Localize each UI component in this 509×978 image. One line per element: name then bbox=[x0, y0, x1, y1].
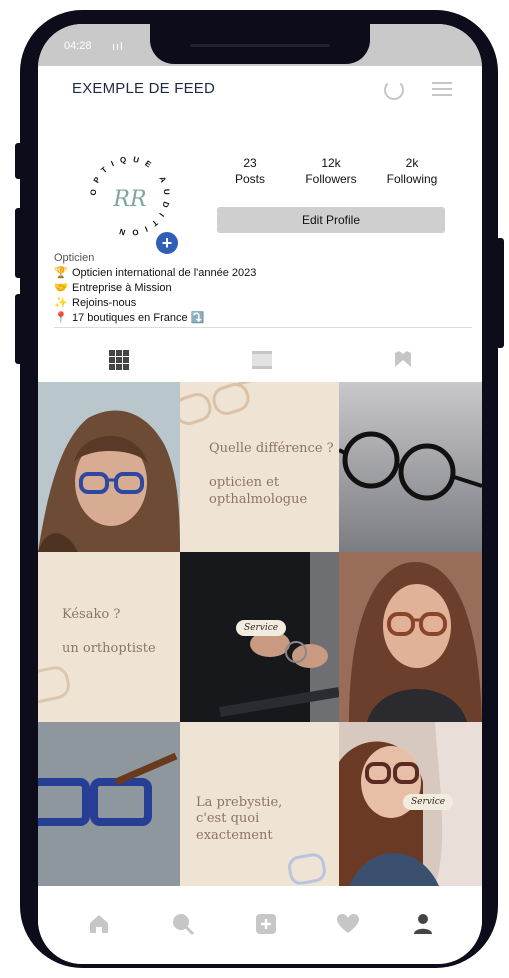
divider bbox=[54, 327, 472, 328]
post-tile-portrait-blue-glasses[interactable] bbox=[38, 382, 180, 552]
post-tile-prebystie[interactable]: La prebystie, c'est quoi exactement bbox=[180, 722, 339, 886]
post-tile-service-hands[interactable]: Service bbox=[180, 552, 339, 722]
bio-line: ✨ Rejoins-nous bbox=[54, 297, 137, 309]
notch bbox=[150, 24, 370, 64]
bottom-nav bbox=[38, 886, 482, 964]
post-tile-kesako[interactable]: Késako ? un orthoptiste bbox=[38, 552, 180, 722]
grid-icon[interactable] bbox=[109, 350, 129, 370]
bio: Opticien 🏆 Opticien international de l'an… bbox=[54, 251, 256, 326]
phone-screen: 04:28 ııl EXEMPLE DE FEED OPTIQUE AUDITI… bbox=[38, 24, 482, 964]
service-badge: Service bbox=[236, 620, 287, 636]
stat-following[interactable]: 2k Following bbox=[372, 156, 452, 186]
post-text: Quelle différence ? bbox=[209, 441, 334, 456]
post-tile-blue-glasses[interactable] bbox=[38, 722, 180, 886]
signal-icon: ııl bbox=[112, 41, 124, 53]
stat-posts[interactable]: 23 Posts bbox=[210, 156, 290, 186]
page-title: EXEMPLE DE FEED bbox=[72, 80, 216, 97]
stat-value: 23 bbox=[243, 156, 257, 170]
bio-category: Opticien bbox=[54, 252, 95, 264]
add-post-icon[interactable] bbox=[254, 912, 278, 936]
stat-label: Followers bbox=[305, 172, 357, 186]
status-time: 04:28 bbox=[64, 40, 92, 52]
post-text: c'est quoi exactement bbox=[196, 811, 273, 843]
avatar-monogram: RR bbox=[112, 187, 146, 212]
stat-label: Posts bbox=[234, 172, 265, 186]
post-text: La prebystie, bbox=[196, 795, 283, 810]
refresh-icon[interactable] bbox=[384, 80, 404, 100]
post-text: opthalmologue bbox=[209, 492, 308, 507]
edit-profile-button[interactable]: Edit Profile bbox=[217, 207, 445, 233]
bio-line: 📍 17 boutiques en France ⤵️ bbox=[54, 312, 205, 324]
bio-line: 🏆 Opticien international de l'année 2023 bbox=[54, 267, 257, 279]
search-icon[interactable] bbox=[171, 912, 195, 936]
stat-followers[interactable]: 12k Followers bbox=[291, 156, 371, 186]
menu-icon[interactable] bbox=[432, 82, 452, 96]
profile-icon[interactable] bbox=[411, 912, 435, 936]
service-badge: Service bbox=[403, 794, 454, 810]
post-text: opticien et bbox=[209, 475, 280, 490]
post-tile-difference[interactable]: Quelle différence ? opticien et opthalmo… bbox=[180, 382, 339, 552]
post-tile-black-glasses[interactable] bbox=[339, 382, 482, 552]
tagged-icon[interactable] bbox=[394, 350, 412, 368]
post-text: Késako ? bbox=[62, 607, 121, 622]
heart-icon[interactable] bbox=[336, 912, 360, 936]
home-icon[interactable] bbox=[87, 912, 111, 936]
post-tile-portrait-tortoise-glasses[interactable] bbox=[339, 552, 482, 722]
stat-label: Following bbox=[386, 172, 438, 186]
post-tile-service-fitting[interactable]: Service bbox=[339, 722, 482, 886]
post-text: un orthoptiste bbox=[62, 641, 156, 656]
post-grid: Quelle différence ? opticien et opthalmo… bbox=[38, 382, 482, 886]
bio-line: 🤝 Entreprise à Mission bbox=[54, 282, 172, 294]
stat-value: 2k bbox=[405, 156, 419, 170]
feed-icon[interactable] bbox=[252, 351, 272, 369]
stat-value: 12k bbox=[321, 156, 341, 170]
